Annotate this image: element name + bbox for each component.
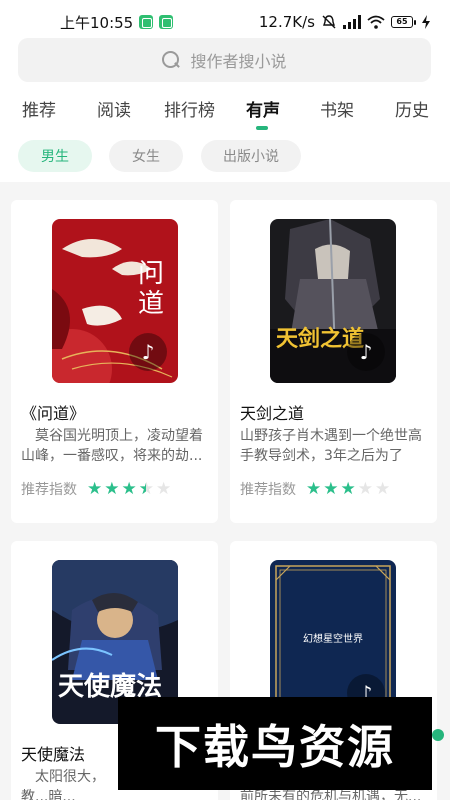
star-icon: ★ bbox=[306, 478, 322, 499]
book-cover[interactable]: 问道 ♪ bbox=[52, 219, 178, 383]
star-icon: ★ bbox=[121, 478, 137, 499]
book-card[interactable]: 天剑之道 ♪ 天剑之道 山野孩子肖木遇到一个绝世高手教导剑术，3年之后为了结..… bbox=[230, 200, 437, 523]
star-icon: ★ bbox=[340, 478, 356, 499]
cover-title: 幻想星空世界 bbox=[303, 634, 363, 645]
tab-history[interactable]: 历史 bbox=[395, 96, 429, 121]
rating-stars: ★ ★ ★ ★ ★ bbox=[87, 478, 172, 499]
star-icon: ★ bbox=[104, 478, 120, 499]
book-card[interactable]: 问道 ♪ 《问道》 莫谷国光明顶上，凌动望着山峰，一番感叹，将来的劫... 推荐… bbox=[11, 200, 218, 523]
watermark-banner: 下载鸟资源 bbox=[118, 697, 432, 790]
cover-title: 问道 bbox=[138, 259, 165, 319]
filter-published[interactable]: 出版小说 bbox=[201, 140, 301, 172]
shield-icon bbox=[139, 15, 154, 29]
book-description: 山野孩子肖木遇到一个绝世高手教导剑术，3年之后为了结... bbox=[240, 428, 422, 464]
search-placeholder: 搜作者搜小说 bbox=[190, 52, 287, 71]
active-tab-indicator bbox=[256, 126, 268, 130]
book-title: 天剑之道 bbox=[240, 404, 305, 423]
battery-level: 65 bbox=[391, 16, 413, 28]
play-icon[interactable]: ♪ bbox=[347, 333, 385, 371]
book-title: 《问道》 bbox=[21, 404, 86, 423]
rating-stars: ★ ★ ★ ★ ★ bbox=[306, 478, 391, 499]
star-icon: ★ bbox=[156, 478, 172, 499]
search-icon bbox=[162, 51, 180, 69]
wifi-icon bbox=[367, 15, 385, 29]
star-icon: ★ bbox=[357, 478, 373, 499]
play-icon[interactable]: ♪ bbox=[129, 333, 167, 371]
status-time: 上午10:55 bbox=[60, 13, 134, 32]
star-icon: ★ bbox=[139, 480, 154, 498]
rating-label: 推荐指数 bbox=[240, 482, 296, 498]
search-bar[interactable]: 搜作者搜小说 bbox=[18, 38, 431, 82]
star-icon: ★ bbox=[323, 478, 339, 499]
book-rating: 推荐指数 ★ ★ ★ ★ ★ bbox=[21, 479, 171, 499]
book-cover[interactable]: 天剑之道 ♪ bbox=[270, 219, 396, 383]
green-dot-icon bbox=[432, 729, 444, 741]
filter-male[interactable]: 男生 bbox=[18, 140, 92, 172]
signal-icon bbox=[343, 15, 361, 29]
book-description: 莫谷国光明顶上，凌动望着山峰，一番感叹，将来的劫... bbox=[21, 428, 203, 464]
tab-ranking[interactable]: 排行榜 bbox=[164, 96, 215, 121]
tab-audio[interactable]: 有声 bbox=[246, 96, 280, 121]
book-rating: 推荐指数 ★ ★ ★ ★ ★ bbox=[240, 479, 390, 499]
book-title: 天使魔法 bbox=[21, 745, 86, 764]
tab-reading[interactable]: 阅读 bbox=[97, 96, 131, 121]
mute-icon bbox=[322, 15, 336, 29]
tab-bookshelf[interactable]: 书架 bbox=[320, 96, 354, 121]
filter-female[interactable]: 女生 bbox=[109, 140, 183, 172]
tab-bar: 推荐 阅读 排行榜 有声 书架 历史 bbox=[0, 90, 450, 130]
network-speed: 12.7K/s bbox=[258, 13, 315, 31]
charging-icon bbox=[422, 15, 430, 29]
book-description: 太阳很大，教...暗... bbox=[21, 769, 105, 800]
tab-recommend[interactable]: 推荐 bbox=[22, 96, 56, 121]
star-icon: ★ bbox=[87, 478, 103, 499]
battery-icon: 65 bbox=[391, 16, 416, 28]
app-notification-icon bbox=[159, 15, 174, 29]
star-icon: ★ bbox=[375, 478, 391, 499]
rating-label: 推荐指数 bbox=[21, 482, 77, 498]
